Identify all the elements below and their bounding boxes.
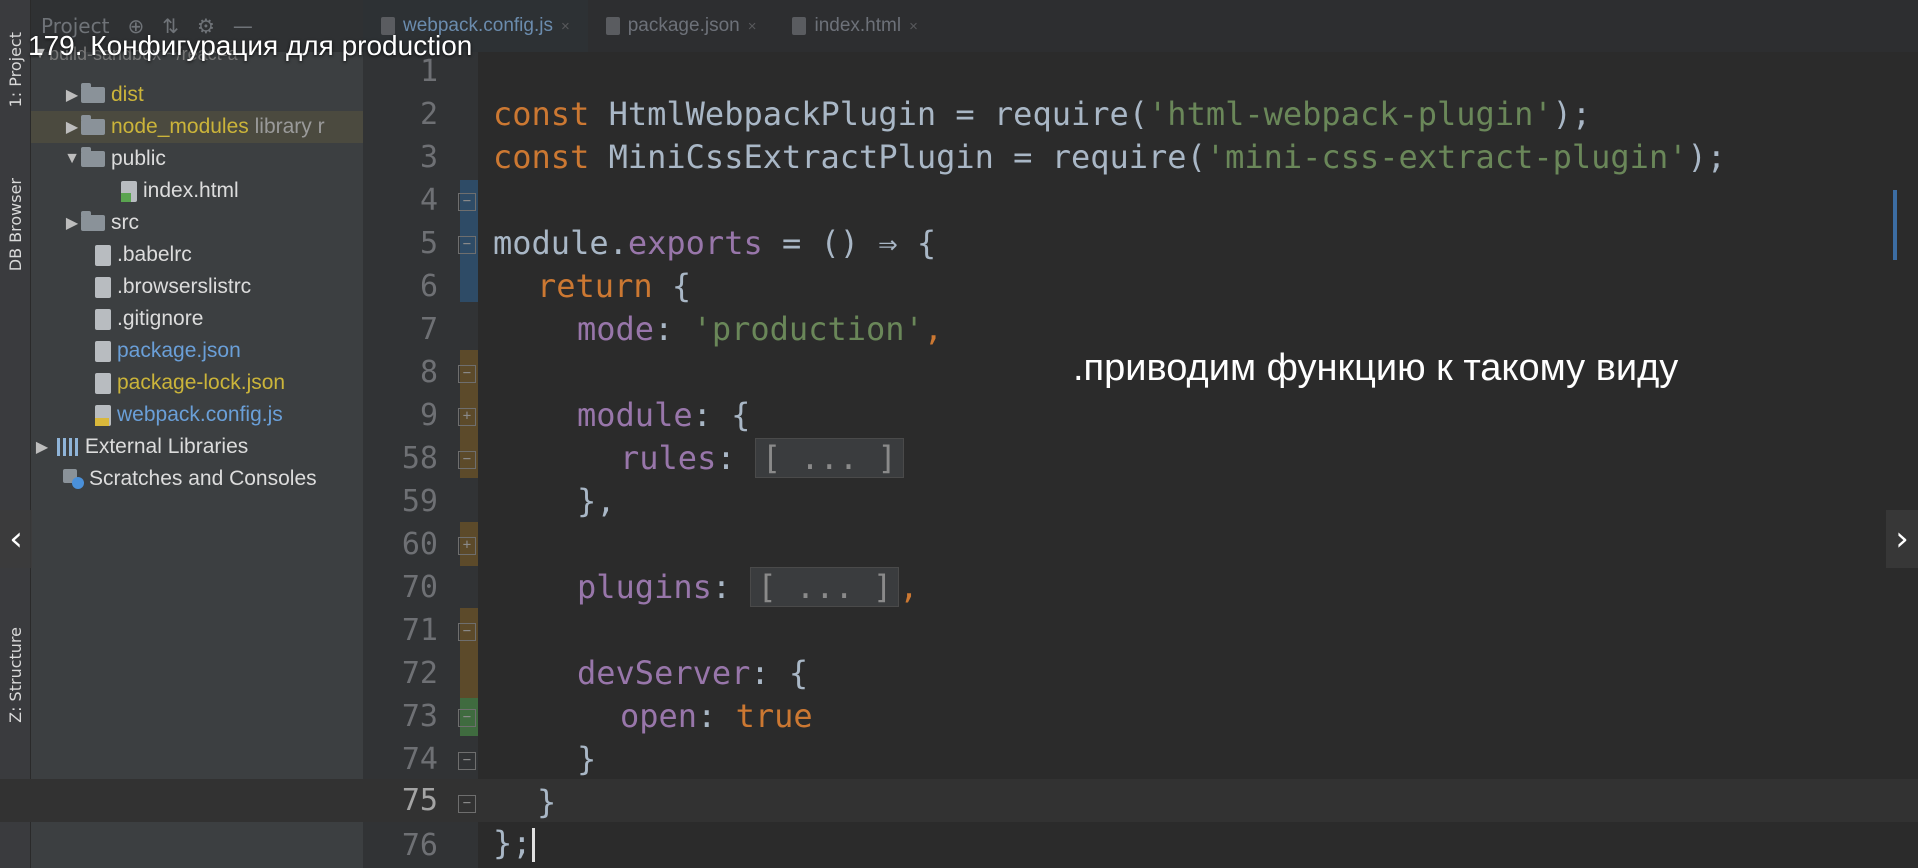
lesson-title: 179. Конфигурация для production	[28, 30, 473, 61]
code-line-4: module.exports = () ⇒ {	[0, 179, 1918, 262]
code-line-6: mode: 'production',	[0, 265, 1918, 348]
json-file-icon	[605, 17, 620, 35]
code-line-75: };	[0, 779, 1918, 862]
folder-icon	[81, 147, 105, 167]
tab-label: package.json	[627, 15, 740, 36]
tree-item-public[interactable]: ▼ public	[31, 143, 363, 175]
line-number: 59	[401, 484, 438, 519]
token-text: = require(	[993, 138, 1206, 176]
line-number: 70	[401, 570, 438, 605]
tab-package-json[interactable]: package.json ×	[588, 0, 775, 52]
token-text: };	[493, 824, 532, 862]
next-button[interactable]: ›	[1886, 510, 1918, 568]
code-line-5: return {	[0, 222, 1918, 305]
token-text: :	[711, 568, 751, 606]
token-property: plugins	[577, 568, 712, 606]
tab-label: index.html	[814, 15, 902, 36]
close-icon[interactable]: ×	[748, 18, 757, 35]
code-line-72: open: true	[0, 652, 1918, 735]
html-file-icon	[792, 17, 807, 35]
chevron-left-icon: ‹	[9, 519, 23, 559]
tab-index-html[interactable]: index.html ×	[774, 0, 935, 52]
token-text: ,	[923, 310, 944, 348]
token-string: 'mini-css-extract-plugin'	[1205, 138, 1688, 176]
code-line-71: devServer: {	[0, 609, 1918, 692]
token-text: },	[577, 482, 616, 520]
code-line-73: }	[0, 695, 1918, 778]
token-text: );	[1687, 138, 1726, 176]
code-line-74: }	[0, 738, 1918, 821]
token-keyword: const	[493, 138, 609, 176]
line-number: 76	[401, 828, 438, 863]
token-string: 'production'	[692, 310, 924, 348]
editor-tab-bar: webpack.config.js × package.json × index…	[363, 0, 1918, 53]
tree-item-label: public	[111, 147, 166, 170]
code-line-60: plugins: [ ... ],	[0, 523, 1918, 607]
previous-button[interactable]: ‹	[0, 510, 32, 568]
token-text: :	[654, 310, 693, 348]
close-icon[interactable]: ×	[561, 18, 570, 35]
folded-code-placeholder[interactable]: [ ... ]	[750, 567, 900, 607]
token-text: ,	[899, 568, 919, 606]
close-icon[interactable]: ×	[909, 18, 918, 35]
annotation-text: .приводим функцию к такому виду	[1073, 347, 1679, 389]
tree-item-label: .gitignore	[117, 307, 204, 330]
chevron-right-icon: ›	[1895, 519, 1909, 559]
line-number: 7	[419, 312, 438, 347]
token-identifier: MiniCssExtractPlugin	[608, 138, 994, 176]
expanded-arrow-icon[interactable]: ▼	[63, 150, 81, 168]
code-line-58: },	[0, 437, 1918, 520]
text-caret	[531, 828, 535, 862]
text-file-icon	[95, 308, 111, 330]
code-line-2: const MiniCssExtractPlugin = require('mi…	[0, 93, 1918, 176]
token-property: mode	[577, 310, 655, 348]
code-line-9: rules: [ ... ]	[0, 394, 1918, 478]
line-number: 3	[419, 140, 438, 175]
